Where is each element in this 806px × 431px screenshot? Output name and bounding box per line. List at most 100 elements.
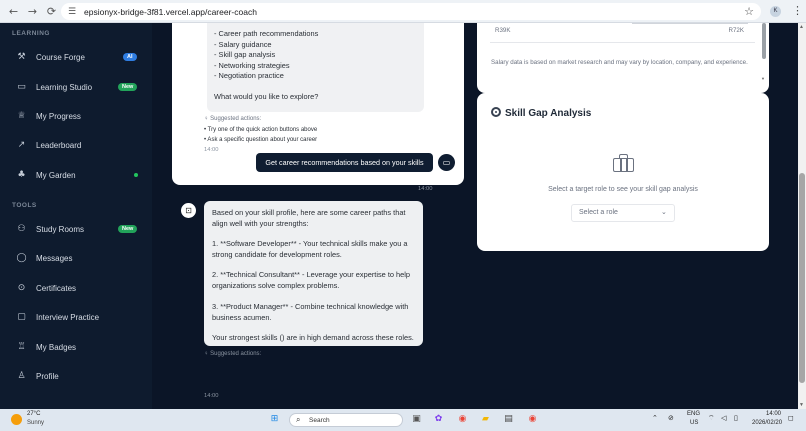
salary-range-low: R39K <box>495 27 511 34</box>
sidebar-item-messages[interactable]: ◯ Messages <box>0 247 152 269</box>
store-icon[interactable]: ▤ <box>502 413 515 426</box>
sidebar-item-label: Learning Studio <box>36 82 93 92</box>
address-bar[interactable]: ☰ epsionyx-bridge-3f81.vercel.app/career… <box>61 3 761 20</box>
back-icon[interactable]: ← <box>7 5 20 18</box>
message-line: - Negotiation practice <box>214 71 284 80</box>
chat-icon: ◯ <box>16 252 27 263</box>
salary-range-bar <box>632 23 748 24</box>
new-badge: New <box>118 225 138 233</box>
new-badge: New <box>118 83 138 91</box>
clock-time[interactable]: 14:00 <box>766 411 781 417</box>
section-label-learning: LEARNING <box>12 30 50 37</box>
user-chat-icon: ▭ <box>438 154 455 171</box>
message-line: business acumen. <box>212 313 272 322</box>
status-dot <box>134 173 138 177</box>
chevron-down-icon: ⌄ <box>661 208 667 216</box>
search-icon: ⌕ <box>296 415 301 424</box>
panel-title: Skill Gap Analysis <box>505 108 592 119</box>
certificate-icon: ⊙ <box>17 282 26 293</box>
battery-icon[interactable]: ▯ <box>734 414 738 422</box>
role-select[interactable]: Select a role ⌄ <box>571 204 675 222</box>
message-line: align well with your strengths: <box>212 219 309 228</box>
weather-condition: Sunny <box>27 420 45 426</box>
scroll-up-icon[interactable]: ▲ <box>799 24 804 30</box>
notifications-icon[interactable]: ◻ <box>788 414 794 422</box>
divider <box>490 42 755 43</box>
task-view-icon[interactable]: ▣ <box>410 413 423 426</box>
input-language[interactable]: ENG <box>687 411 700 417</box>
salary-panel: R39K R72K Salary data is based on market… <box>477 23 769 93</box>
salary-range-high: R72K <box>728 27 744 34</box>
suggested-actions-label: ♀ Suggested actions: <box>204 116 261 122</box>
tray-app-icon[interactable]: ⊘ <box>668 414 674 422</box>
suggested-action[interactable]: • Try one of the quick action buttons ab… <box>204 127 317 133</box>
suggested-action[interactable]: • Ask a specific question about your car… <box>204 137 317 143</box>
scrollbar-thumb[interactable] <box>762 23 766 59</box>
sidebar-item-course-forge[interactable]: ⚒ Course Forge AI <box>0 46 152 68</box>
clock-date[interactable]: 2026/02/20 <box>752 420 782 426</box>
copilot-icon[interactable]: ✿ <box>432 413 445 426</box>
scroll-down-icon[interactable]: ▼ <box>799 402 804 408</box>
sidebar-item-label: My Badges <box>36 342 77 352</box>
bookmark-star-icon[interactable]: ☆ <box>744 5 754 18</box>
assistant-message: Based on your skill profile, here are so… <box>204 201 423 346</box>
users-icon: ⚇ <box>17 223 26 234</box>
site-info-icon[interactable]: ☰ <box>68 7 78 17</box>
sidebar-item-my-progress[interactable]: ♕ My Progress <box>0 105 152 127</box>
search-label: Search <box>309 417 330 424</box>
browser-toolbar: ← → ⟳ ☰ epsionyx-bridge-3f81.vercel.app/… <box>0 0 806 23</box>
sun-icon[interactable] <box>11 414 22 425</box>
chevron-up-icon[interactable]: ⌃ <box>652 414 658 422</box>
wifi-icon[interactable]: ⌔ <box>708 414 715 423</box>
volume-icon[interactable]: ◁ <box>721 414 726 422</box>
windows-start-icon[interactable]: ⊞ <box>268 413 281 426</box>
message-line: organizations solve complex problems. <box>212 281 340 290</box>
sidebar-item-label: Profile <box>36 371 59 381</box>
sidebar-item-label: Interview Practice <box>36 312 100 322</box>
section-label-tools: TOOLS <box>12 202 37 209</box>
salary-note: Salary data is based on market research … <box>491 59 748 66</box>
chrome-active-icon[interactable]: ◉ <box>526 413 539 426</box>
forward-icon[interactable]: → <box>26 5 39 18</box>
reload-icon[interactable]: ⟳ <box>45 5 58 18</box>
sidebar-item-learning-studio[interactable]: ▭ Learning Studio New <box>0 76 152 98</box>
message-line: 3. **Product Manager** - Combine technic… <box>212 302 409 311</box>
message-line: - Salary guidance <box>214 40 272 49</box>
message-line: - Career path recommendations <box>214 29 319 38</box>
book-icon: ▭ <box>17 81 26 92</box>
chat-panel: - Career path recommendations - Salary g… <box>172 23 464 185</box>
sidebar-item-label: Leaderboard <box>36 140 82 150</box>
sidebar-item-study-rooms[interactable]: ⚇ Study Rooms New <box>0 218 152 240</box>
user-message-time: 14:00 <box>418 186 433 192</box>
os-taskbar: 27°C Sunny ⊞ ⌕ Search ▣ ✿ ◉ ▰ ▤ ◉ ⌃ ⊘ EN… <box>0 409 806 431</box>
plant-icon: ♣ <box>17 169 26 180</box>
sidebar-item-certificates[interactable]: ⊙ Certificates <box>0 277 152 299</box>
scroll-down-icon[interactable]: ▼ <box>761 76 765 81</box>
sidebar-item-my-badges[interactable]: ♖ My Badges <box>0 336 152 358</box>
suggested-label-text: Suggested actions: <box>210 351 262 357</box>
message-square-icon: ▢ <box>17 311 26 322</box>
profile-avatar[interactable]: K <box>770 6 781 17</box>
chrome-icon[interactable]: ◉ <box>456 413 469 426</box>
skill-gap-hint: Select a target role to see your skill g… <box>548 186 698 193</box>
taskbar-search[interactable]: ⌕ Search <box>289 413 403 427</box>
sidebar-item-label: Course Forge <box>36 52 85 62</box>
lightbulb-icon: ♀ <box>204 116 209 122</box>
page-scrollbar[interactable]: ▲ ▼ <box>798 23 806 409</box>
sidebar-item-my-garden[interactable]: ♣ My Garden <box>0 164 152 186</box>
input-region[interactable]: US <box>690 420 698 426</box>
badge-icon: ♖ <box>17 341 26 352</box>
file-explorer-icon[interactable]: ▰ <box>479 413 492 426</box>
sidebar-item-interview-practice[interactable]: ▢ Interview Practice <box>0 306 152 328</box>
message-line: Based on your skill profile, here are so… <box>212 208 406 217</box>
sidebar-item-profile[interactable]: ♙ Profile <box>0 365 152 387</box>
browser-menu-icon[interactable]: ⋮ <box>792 4 803 17</box>
panel-scrollbar[interactable]: ▼ <box>761 23 766 81</box>
sidebar-item-leaderboard[interactable]: ↗ Leaderboard <box>0 134 152 156</box>
scrollbar-thumb[interactable] <box>799 173 805 383</box>
message-line: 2. **Technical Consultant** - Leverage y… <box>212 270 411 279</box>
sidebar-item-label: My Progress <box>36 111 81 121</box>
message-line: - Skill gap analysis <box>214 50 276 59</box>
sidebar-item-label: Certificates <box>36 283 77 293</box>
hammer-icon: ⚒ <box>17 51 26 62</box>
